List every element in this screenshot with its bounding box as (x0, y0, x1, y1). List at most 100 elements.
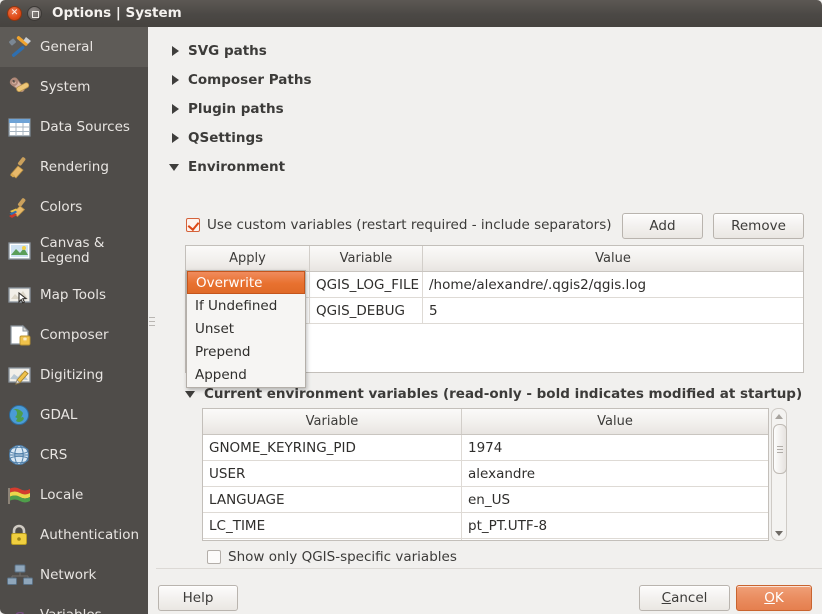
cancel-button[interactable]: Cancel (639, 585, 730, 611)
sidebar-item-authentication[interactable]: Authentication (0, 515, 148, 555)
column-header-apply[interactable]: Apply (186, 246, 310, 271)
scroll-down-arrow-icon[interactable] (772, 526, 786, 540)
use-custom-variables-label: Use custom variables (restart required -… (207, 217, 612, 233)
cell-value[interactable]: /home/alexandre/.qgis2/qgis.log (423, 272, 803, 297)
sidebar-item-label: Colors (40, 200, 82, 215)
help-button[interactable]: Help (158, 585, 238, 611)
cell-value[interactable]: seat0 (462, 539, 768, 541)
scrollbar-thumb[interactable] (773, 424, 787, 474)
cell-variable[interactable]: GNOME_KEYRING_PID (203, 435, 462, 460)
cell-value[interactable]: en_US (462, 487, 768, 512)
sidebar-item-digitizing[interactable]: Digitizing (0, 355, 148, 395)
table-row[interactable]: GNOME_KEYRING_PID 1974 (203, 435, 768, 461)
cell-value[interactable]: pt_PT.UTF-8 (462, 513, 768, 538)
checkbox-icon[interactable] (207, 550, 221, 564)
cell-variable[interactable]: USER (203, 461, 462, 486)
svg-text:ε: ε (13, 604, 24, 614)
sidebar-item-locale[interactable]: Locale (0, 475, 148, 515)
table-row[interactable]: LC_TIME pt_PT.UTF-8 (203, 513, 768, 539)
cell-value[interactable]: alexandre (462, 461, 768, 486)
cell-variable[interactable]: LANGUAGE (203, 487, 462, 512)
tree-item-svg-paths[interactable]: SVG paths (168, 41, 267, 61)
checkbox-icon[interactable] (186, 218, 200, 232)
paint-brush-icon (6, 154, 34, 180)
window-title: Options | System (52, 0, 182, 27)
splitter-dash (149, 317, 155, 318)
title-bar: ✕ Options | System (0, 0, 822, 27)
close-icon[interactable]: ✕ (7, 6, 22, 21)
sidebar-item-system[interactable]: System (0, 67, 148, 107)
dropdown-option-unset[interactable]: Unset (187, 317, 305, 340)
sidebar-item-variables[interactable]: ε Variables (0, 595, 148, 614)
show-only-qgis-checkbox-row[interactable]: Show only QGIS-specific variables (207, 549, 457, 565)
table-grid-icon (6, 114, 34, 140)
chevron-right-icon[interactable] (168, 102, 182, 116)
dropdown-option-append[interactable]: Append (187, 363, 305, 386)
column-header-value[interactable]: Value (423, 246, 803, 271)
sidebar-item-colors[interactable]: Colors (0, 187, 148, 227)
chevron-down-icon[interactable] (168, 160, 182, 174)
tree-item-label: Composer Paths (188, 72, 311, 88)
cancel-label-suffix: ancel (671, 590, 707, 606)
tree-item-plugin-paths[interactable]: Plugin paths (168, 99, 284, 119)
apply-dropdown-list[interactable]: Overwrite If Undefined Unset Prepend App… (186, 270, 306, 388)
cell-variable[interactable]: XDG_SEAT (203, 539, 462, 541)
add-button[interactable]: Add (622, 213, 703, 239)
chevron-right-icon[interactable] (168, 73, 182, 87)
sidebar-item-rendering[interactable]: Rendering (0, 147, 148, 187)
column-header-value[interactable]: Value (462, 409, 768, 434)
scrollbar-grip (777, 449, 783, 450)
sidebar-item-crs[interactable]: CRS (0, 435, 148, 475)
chevron-down-icon[interactable] (184, 387, 198, 401)
current-environment-table[interactable]: Variable Value GNOME_KEYRING_PID 1974 US… (202, 408, 769, 541)
sidebar-item-label: Locale (40, 488, 83, 503)
sidebar-item-label: Rendering (40, 160, 109, 175)
table-row[interactable]: USER alexandre (203, 461, 768, 487)
sidebar-item-canvas-legend[interactable]: Canvas & Legend (0, 227, 148, 275)
table-row[interactable]: XDG_SEAT seat0 (203, 539, 768, 541)
ok-button[interactable]: OK (736, 585, 812, 611)
cell-value[interactable]: 1974 (462, 435, 768, 460)
sidebar-item-network[interactable]: Network (0, 555, 148, 595)
options-dialog: ✕ Options | System General (0, 0, 822, 614)
table-header-row: Apply Variable Value (186, 246, 803, 272)
dropdown-option-if-undefined[interactable]: If Undefined (187, 294, 305, 317)
map-cursor-icon (6, 282, 34, 308)
hammer-screwdriver-icon (6, 34, 34, 60)
maximize-icon[interactable] (27, 6, 42, 21)
column-header-variable[interactable]: Variable (310, 246, 423, 271)
tree-item-environment[interactable]: Environment (168, 157, 285, 177)
table-header-row: Variable Value (203, 409, 768, 435)
table-row[interactable]: LANGUAGE en_US (203, 487, 768, 513)
cell-variable[interactable]: QGIS_LOG_FILE (310, 272, 423, 297)
cell-value[interactable]: 5 (423, 298, 803, 323)
sidebar-item-label: CRS (40, 448, 67, 463)
sidebar-item-gdal[interactable]: GDAL (0, 395, 148, 435)
use-custom-variables-checkbox-row[interactable]: Use custom variables (restart required -… (186, 217, 612, 233)
chevron-right-icon[interactable] (168, 44, 182, 58)
cell-variable[interactable]: QGIS_DEBUG (310, 298, 423, 323)
wrench-tools-icon (6, 74, 34, 100)
tree-item-label: Environment (188, 159, 285, 175)
color-brush-icon (6, 194, 34, 220)
options-sidebar[interactable]: General System (0, 27, 148, 614)
scroll-up-arrow-icon[interactable] (772, 409, 786, 423)
sidebar-item-general[interactable]: General (0, 27, 148, 67)
current-environment-scrollbar[interactable] (771, 408, 787, 541)
tree-item-composer-paths[interactable]: Composer Paths (168, 70, 311, 90)
splitter-dash (149, 321, 155, 322)
column-header-variable[interactable]: Variable (203, 409, 462, 434)
chevron-right-icon[interactable] (168, 131, 182, 145)
dropdown-option-overwrite[interactable]: Overwrite (187, 271, 305, 294)
footer-separator (156, 568, 822, 569)
remove-button[interactable]: Remove (713, 213, 804, 239)
sidebar-item-composer[interactable]: * Composer (0, 315, 148, 355)
sidebar-item-data-sources[interactable]: Data Sources (0, 107, 148, 147)
tree-item-label: Plugin paths (188, 101, 284, 117)
cell-variable[interactable]: LC_TIME (203, 513, 462, 538)
dropdown-option-prepend[interactable]: Prepend (187, 340, 305, 363)
sidebar-splitter[interactable] (148, 27, 156, 614)
epsilon-icon: ε (6, 602, 34, 614)
tree-item-qsettings[interactable]: QSettings (168, 128, 263, 148)
sidebar-item-map-tools[interactable]: Map Tools (0, 275, 148, 315)
